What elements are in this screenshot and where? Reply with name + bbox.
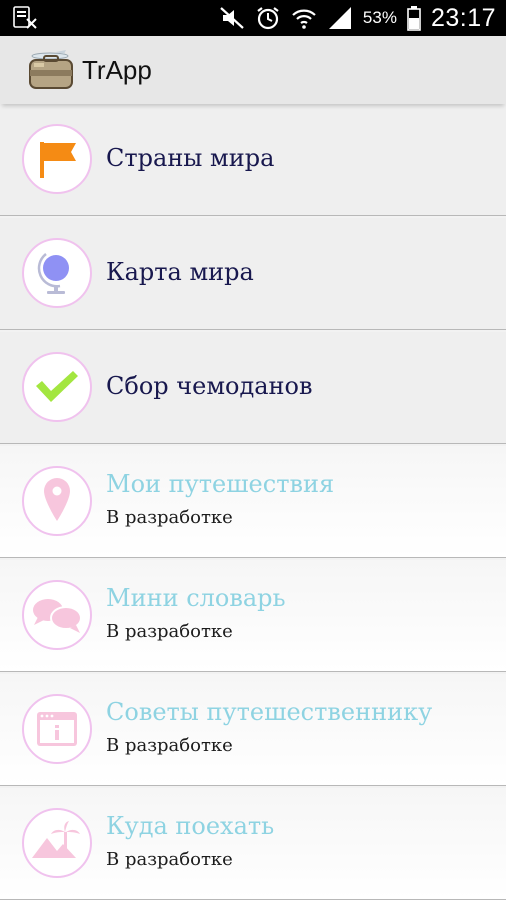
battery-icon xyxy=(407,5,421,31)
menu-item-status: В разработке xyxy=(106,507,233,528)
mute-icon xyxy=(219,5,245,31)
menu-list: Страны мира Карта мира Сбор чемоданов Мо… xyxy=(0,104,506,900)
suitcase-airplane-logo-icon[interactable] xyxy=(26,46,76,94)
menu-item-travel-tips[interactable]: Советы путешественнику В разработке xyxy=(0,674,506,786)
wifi-icon xyxy=(291,5,317,31)
menu-item-packing[interactable]: Сбор чемоданов xyxy=(0,332,506,444)
menu-item-title: Советы путешественнику xyxy=(106,698,433,726)
menu-item-status: В разработке xyxy=(106,735,233,756)
menu-item-world-map[interactable]: Карта мира xyxy=(0,218,506,330)
app-bar: TrApp xyxy=(0,36,506,104)
flag-icon xyxy=(22,124,92,194)
menu-item-status: В разработке xyxy=(106,849,233,870)
globe-icon xyxy=(22,238,92,308)
desert-palm-icon xyxy=(22,808,92,878)
menu-item-title: Карта мира xyxy=(106,258,254,286)
menu-item-title: Сбор чемоданов xyxy=(106,372,313,400)
chat-bubbles-icon xyxy=(22,580,92,650)
menu-item-title: Страны мира xyxy=(106,144,275,172)
app-title: TrApp xyxy=(82,55,152,85)
alarm-clock-icon xyxy=(255,5,281,31)
battery-percent: 53% xyxy=(362,8,397,27)
menu-item-where-to-go[interactable]: Куда поехать В разработке xyxy=(0,788,506,900)
notification-icon xyxy=(12,6,38,30)
clock: 23:17 xyxy=(430,3,496,32)
menu-item-title: Куда поехать xyxy=(106,812,275,840)
map-pin-icon xyxy=(22,466,92,536)
status-bar: 53% 23:17 xyxy=(0,0,506,36)
menu-item-title: Мои путешествия xyxy=(106,470,335,498)
menu-item-countries[interactable]: Страны мира xyxy=(0,104,506,216)
menu-item-my-trips[interactable]: Мои путешествия В разработке xyxy=(0,446,506,558)
menu-item-mini-dictionary[interactable]: Мини словарь В разработке xyxy=(0,560,506,672)
menu-item-status: В разработке xyxy=(106,621,233,642)
info-window-icon xyxy=(22,694,92,764)
checkmark-icon xyxy=(22,352,92,422)
signal-strength-icon xyxy=(327,5,353,31)
menu-item-title: Мини словарь xyxy=(106,584,286,612)
